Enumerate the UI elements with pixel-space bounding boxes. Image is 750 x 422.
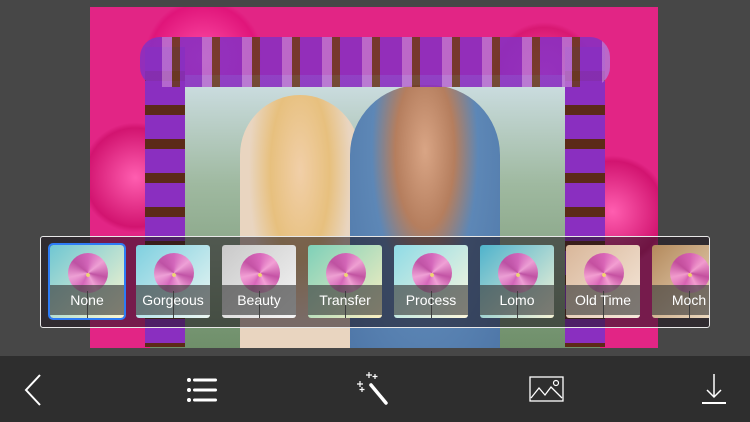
- download-icon: [702, 374, 726, 404]
- back-icon: [24, 374, 41, 406]
- filter-beauty[interactable]: Beauty: [222, 245, 296, 318]
- filter-moch[interactable]: Moch: [652, 245, 709, 318]
- filter-transfer[interactable]: Transfer: [308, 245, 382, 318]
- background-image-button[interactable]: [527, 370, 567, 410]
- filter-label: None: [50, 285, 124, 315]
- flower-frame-top: [140, 37, 610, 87]
- image-icon: [529, 376, 564, 402]
- filter-label: Transfer: [308, 285, 382, 315]
- filter-label: Gorgeous: [136, 285, 210, 315]
- filter-strip[interactable]: None Gorgeous Beauty Transfer Process Lomo Old…: [40, 236, 710, 328]
- magic-wand-icon: [357, 372, 388, 405]
- filter-label: Beauty: [222, 285, 296, 315]
- bottom-toolbar: [0, 356, 750, 422]
- effects-button[interactable]: [355, 370, 395, 410]
- list-button[interactable]: [182, 370, 222, 410]
- filter-label: Lomo: [480, 285, 554, 315]
- back-button[interactable]: [14, 370, 54, 410]
- filter-label: Moch: [652, 285, 709, 315]
- list-icon: [187, 378, 217, 402]
- filter-process[interactable]: Process: [394, 245, 468, 318]
- filter-none[interactable]: None: [48, 243, 126, 320]
- filter-lomo[interactable]: Lomo: [480, 245, 554, 318]
- download-button[interactable]: [694, 370, 734, 410]
- filter-label: Process: [394, 285, 468, 315]
- filter-old-time[interactable]: Old Time: [566, 245, 640, 318]
- filter-gorgeous[interactable]: Gorgeous: [136, 245, 210, 318]
- filter-label: Old Time: [566, 285, 640, 315]
